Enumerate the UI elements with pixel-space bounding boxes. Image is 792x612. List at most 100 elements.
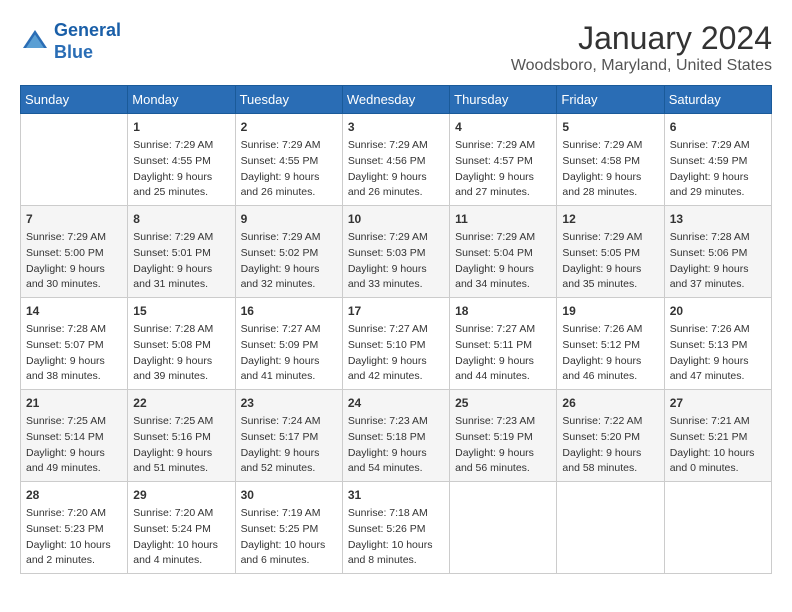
daylight-text: Daylight: 9 hours and 41 minutes. <box>241 355 320 383</box>
calendar-cell: 5 Sunrise: 7:29 AM Sunset: 4:58 PM Dayli… <box>557 114 664 206</box>
daylight-text: Daylight: 10 hours and 8 minutes. <box>348 539 433 567</box>
day-info: Sunrise: 7:28 AM Sunset: 5:06 PM Dayligh… <box>670 230 766 293</box>
day-info: Sunrise: 7:29 AM Sunset: 4:55 PM Dayligh… <box>133 138 229 201</box>
header-monday: Monday <box>128 86 235 114</box>
day-info: Sunrise: 7:28 AM Sunset: 5:08 PM Dayligh… <box>133 322 229 385</box>
daylight-text: Daylight: 9 hours and 37 minutes. <box>670 263 749 291</box>
calendar-subtitle: Woodsboro, Maryland, United States <box>511 57 772 75</box>
sunset-text: Sunset: 5:02 PM <box>241 247 319 259</box>
calendar-cell: 27 Sunrise: 7:21 AM Sunset: 5:21 PM Dayl… <box>664 390 771 482</box>
sunrise-text: Sunrise: 7:29 AM <box>133 139 213 151</box>
day-info: Sunrise: 7:23 AM Sunset: 5:19 PM Dayligh… <box>455 414 551 477</box>
daylight-text: Daylight: 9 hours and 25 minutes. <box>133 171 212 199</box>
day-number: 14 <box>26 302 122 320</box>
day-info: Sunrise: 7:29 AM Sunset: 5:00 PM Dayligh… <box>26 230 122 293</box>
day-number: 16 <box>241 302 337 320</box>
sunset-text: Sunset: 4:59 PM <box>670 155 748 167</box>
day-number: 3 <box>348 118 444 136</box>
daylight-text: Daylight: 9 hours and 56 minutes. <box>455 447 534 475</box>
sunset-text: Sunset: 5:17 PM <box>241 431 319 443</box>
calendar-cell: 12 Sunrise: 7:29 AM Sunset: 5:05 PM Dayl… <box>557 206 664 298</box>
sunrise-text: Sunrise: 7:29 AM <box>348 139 428 151</box>
sunset-text: Sunset: 5:18 PM <box>348 431 426 443</box>
day-number: 4 <box>455 118 551 136</box>
day-info: Sunrise: 7:29 AM Sunset: 5:01 PM Dayligh… <box>133 230 229 293</box>
daylight-text: Daylight: 9 hours and 58 minutes. <box>562 447 641 475</box>
daylight-text: Daylight: 9 hours and 30 minutes. <box>26 263 105 291</box>
sunset-text: Sunset: 5:00 PM <box>26 247 104 259</box>
sunrise-text: Sunrise: 7:28 AM <box>26 323 106 335</box>
day-info: Sunrise: 7:29 AM Sunset: 4:57 PM Dayligh… <box>455 138 551 201</box>
daylight-text: Daylight: 9 hours and 44 minutes. <box>455 355 534 383</box>
sunset-text: Sunset: 4:58 PM <box>562 155 640 167</box>
day-info: Sunrise: 7:18 AM Sunset: 5:26 PM Dayligh… <box>348 506 444 569</box>
sunset-text: Sunset: 5:16 PM <box>133 431 211 443</box>
day-info: Sunrise: 7:29 AM Sunset: 5:05 PM Dayligh… <box>562 230 658 293</box>
calendar-title: January 2024 <box>511 20 772 57</box>
calendar-cell: 2 Sunrise: 7:29 AM Sunset: 4:55 PM Dayli… <box>235 114 342 206</box>
calendar-cell: 21 Sunrise: 7:25 AM Sunset: 5:14 PM Dayl… <box>21 390 128 482</box>
calendar-cell: 7 Sunrise: 7:29 AM Sunset: 5:00 PM Dayli… <box>21 206 128 298</box>
sunrise-text: Sunrise: 7:28 AM <box>133 323 213 335</box>
header-wednesday: Wednesday <box>342 86 449 114</box>
sunset-text: Sunset: 4:57 PM <box>455 155 533 167</box>
header-tuesday: Tuesday <box>235 86 342 114</box>
day-number: 10 <box>348 210 444 228</box>
calendar-cell: 14 Sunrise: 7:28 AM Sunset: 5:07 PM Dayl… <box>21 298 128 390</box>
header-friday: Friday <box>557 86 664 114</box>
logo: General Blue <box>20 20 121 63</box>
calendar-cell: 3 Sunrise: 7:29 AM Sunset: 4:56 PM Dayli… <box>342 114 449 206</box>
day-number: 1 <box>133 118 229 136</box>
calendar-cell: 25 Sunrise: 7:23 AM Sunset: 5:19 PM Dayl… <box>450 390 557 482</box>
sunset-text: Sunset: 5:01 PM <box>133 247 211 259</box>
day-info: Sunrise: 7:20 AM Sunset: 5:24 PM Dayligh… <box>133 506 229 569</box>
daylight-text: Daylight: 10 hours and 4 minutes. <box>133 539 218 567</box>
day-number: 18 <box>455 302 551 320</box>
day-number: 20 <box>670 302 766 320</box>
calendar-cell: 8 Sunrise: 7:29 AM Sunset: 5:01 PM Dayli… <box>128 206 235 298</box>
calendar-cell: 30 Sunrise: 7:19 AM Sunset: 5:25 PM Dayl… <box>235 482 342 574</box>
calendar-week-0: 1 Sunrise: 7:29 AM Sunset: 4:55 PM Dayli… <box>21 114 772 206</box>
calendar-cell <box>450 482 557 574</box>
sunrise-text: Sunrise: 7:19 AM <box>241 507 321 519</box>
day-number: 28 <box>26 486 122 504</box>
daylight-text: Daylight: 9 hours and 31 minutes. <box>133 263 212 291</box>
sunrise-text: Sunrise: 7:28 AM <box>670 231 750 243</box>
sunset-text: Sunset: 5:05 PM <box>562 247 640 259</box>
calendar-week-2: 14 Sunrise: 7:28 AM Sunset: 5:07 PM Dayl… <box>21 298 772 390</box>
daylight-text: Daylight: 9 hours and 29 minutes. <box>670 171 749 199</box>
calendar-cell: 18 Sunrise: 7:27 AM Sunset: 5:11 PM Dayl… <box>450 298 557 390</box>
calendar-cell: 1 Sunrise: 7:29 AM Sunset: 4:55 PM Dayli… <box>128 114 235 206</box>
day-number: 29 <box>133 486 229 504</box>
day-info: Sunrise: 7:29 AM Sunset: 5:04 PM Dayligh… <box>455 230 551 293</box>
sunrise-text: Sunrise: 7:24 AM <box>241 415 321 427</box>
day-number: 31 <box>348 486 444 504</box>
sunrise-text: Sunrise: 7:20 AM <box>133 507 213 519</box>
daylight-text: Daylight: 9 hours and 32 minutes. <box>241 263 320 291</box>
day-info: Sunrise: 7:29 AM Sunset: 4:59 PM Dayligh… <box>670 138 766 201</box>
sunrise-text: Sunrise: 7:25 AM <box>133 415 213 427</box>
sunset-text: Sunset: 5:10 PM <box>348 339 426 351</box>
sunset-text: Sunset: 5:19 PM <box>455 431 533 443</box>
calendar-cell: 29 Sunrise: 7:20 AM Sunset: 5:24 PM Dayl… <box>128 482 235 574</box>
daylight-text: Daylight: 9 hours and 42 minutes. <box>348 355 427 383</box>
day-number: 30 <box>241 486 337 504</box>
daylight-text: Daylight: 9 hours and 54 minutes. <box>348 447 427 475</box>
calendar-cell: 4 Sunrise: 7:29 AM Sunset: 4:57 PM Dayli… <box>450 114 557 206</box>
calendar-cell: 11 Sunrise: 7:29 AM Sunset: 5:04 PM Dayl… <box>450 206 557 298</box>
sunrise-text: Sunrise: 7:22 AM <box>562 415 642 427</box>
sunset-text: Sunset: 5:21 PM <box>670 431 748 443</box>
sunrise-text: Sunrise: 7:29 AM <box>348 231 428 243</box>
day-number: 8 <box>133 210 229 228</box>
day-number: 7 <box>26 210 122 228</box>
day-info: Sunrise: 7:27 AM Sunset: 5:11 PM Dayligh… <box>455 322 551 385</box>
day-number: 23 <box>241 394 337 412</box>
day-info: Sunrise: 7:26 AM Sunset: 5:13 PM Dayligh… <box>670 322 766 385</box>
day-number: 5 <box>562 118 658 136</box>
daylight-text: Daylight: 10 hours and 2 minutes. <box>26 539 111 567</box>
calendar-cell: 28 Sunrise: 7:20 AM Sunset: 5:23 PM Dayl… <box>21 482 128 574</box>
day-info: Sunrise: 7:28 AM Sunset: 5:07 PM Dayligh… <box>26 322 122 385</box>
day-number: 25 <box>455 394 551 412</box>
calendar-cell: 20 Sunrise: 7:26 AM Sunset: 5:13 PM Dayl… <box>664 298 771 390</box>
daylight-text: Daylight: 9 hours and 27 minutes. <box>455 171 534 199</box>
